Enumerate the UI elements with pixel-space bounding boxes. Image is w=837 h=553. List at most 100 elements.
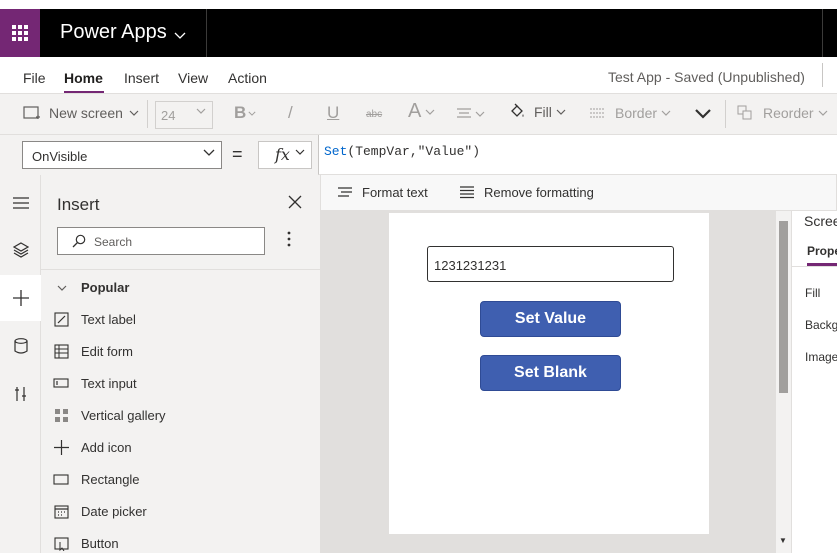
font-size-select[interactable]: 24 (155, 101, 213, 129)
insert-text-input[interactable]: Text input (53, 367, 313, 399)
format-text-icon (338, 186, 352, 197)
insert-item-label: Date picker (81, 503, 147, 519)
fx-button[interactable]: fx (258, 141, 312, 169)
remove-formatting-button[interactable]: Remove formatting (459, 185, 594, 200)
properties-title: Scree (804, 213, 837, 229)
property-label-background: Backgr (805, 318, 837, 332)
add-icon (53, 439, 69, 455)
edit-form-icon (53, 343, 69, 359)
format-text-button[interactable]: Format text (337, 185, 428, 200)
formula-arguments: (TempVar,"Value") (347, 144, 481, 159)
strikethrough-icon: abc (366, 109, 383, 120)
properties-divider (792, 266, 837, 267)
insert-rectangle[interactable]: Rectangle (53, 463, 313, 495)
advanced-tools-button[interactable] (0, 371, 41, 417)
underline-icon: U (327, 103, 340, 122)
insert-text-label[interactable]: Text label (53, 303, 313, 335)
formula-input[interactable]: Set(TempVar,"Value") (318, 135, 837, 175)
insert-add-icon[interactable]: Add icon (53, 431, 313, 463)
insert-vertical-gallery[interactable]: Vertical gallery (53, 399, 313, 431)
strikethrough-button[interactable]: abc (366, 109, 382, 120)
text-label-icon (53, 311, 69, 327)
chevron-down-icon (57, 285, 67, 291)
chevron-down-icon (248, 111, 256, 116)
top-bar: Power Apps (0, 0, 837, 57)
underline-button[interactable]: U (327, 103, 339, 123)
insert-edit-form[interactable]: Edit form (53, 335, 313, 367)
popular-section-header[interactable]: Popular (57, 280, 129, 295)
menu-home[interactable]: Home (64, 70, 103, 86)
fx-icon: fx (275, 145, 290, 164)
reorder-button[interactable]: Reorder (737, 105, 828, 121)
set-value-button[interactable]: Set Value (480, 301, 621, 337)
search-input[interactable]: Search (57, 227, 265, 255)
menu-insert[interactable]: Insert (124, 70, 159, 86)
waffle-icon (12, 25, 28, 41)
border-button[interactable]: Border (589, 105, 671, 121)
italic-button[interactable]: / (288, 103, 293, 123)
insert-item-label: Vertical gallery (81, 407, 166, 423)
insert-nav-button[interactable] (0, 275, 41, 321)
formula-function: Set (324, 144, 348, 159)
border-icon (590, 108, 604, 118)
more-commands-button[interactable] (694, 108, 712, 119)
insert-item-label: Text input (81, 375, 137, 391)
search-icon (72, 234, 86, 248)
font-color-button[interactable]: A (408, 100, 435, 123)
power-apps-studio: Power Apps File Home Insert View Action … (0, 0, 837, 553)
chevron-down-icon (661, 110, 671, 116)
properties-panel: Scree Prope Fill Backgr Image (791, 211, 837, 553)
close-panel-button[interactable] (288, 195, 302, 214)
insert-panel: Insert Search Popular Text label Edit fo… (41, 175, 321, 553)
scroll-down-icon[interactable]: ▼ (779, 536, 787, 545)
chevron-down-icon (475, 111, 485, 117)
chevron-down-icon (818, 110, 828, 116)
scrollbar-thumb[interactable] (779, 221, 788, 393)
chevron-down-icon (129, 110, 139, 116)
new-screen-button[interactable]: New screen (23, 105, 139, 121)
fill-label: Fill (534, 104, 552, 120)
canvas-scrollbar[interactable]: ▼ (776, 211, 791, 553)
tree-view-button[interactable] (0, 227, 41, 273)
app-title[interactable]: Power Apps (60, 21, 167, 44)
border-label: Border (615, 105, 658, 121)
panel-title: Insert (57, 195, 100, 214)
left-nav-rail (0, 175, 41, 553)
new-screen-icon (23, 106, 40, 119)
formula-bar: OnVisible = fx Set(TempVar,"Value") (0, 135, 837, 175)
hamburger-menu-button[interactable] (0, 180, 41, 226)
save-status: Test App - Saved (Unpublished) (608, 69, 805, 85)
data-nav-button[interactable] (0, 323, 41, 369)
layers-icon (12, 242, 29, 258)
reorder-icon (737, 105, 752, 120)
app-title-chevron-down-icon[interactable] (174, 27, 186, 45)
canvas-area: 1231231231 Set Value Set Blank ▼ (321, 211, 791, 553)
vertical-gallery-icon (53, 407, 69, 423)
italic-icon: / (288, 103, 293, 122)
insert-date-picker[interactable]: Date picker (53, 495, 313, 527)
equals-sign: = (232, 144, 243, 164)
app-launcher-button[interactable] (0, 9, 40, 57)
fill-button[interactable]: Fill (508, 103, 566, 121)
text-align-button[interactable] (456, 107, 485, 121)
bold-button[interactable]: B (234, 103, 256, 123)
insert-item-label: Add icon (81, 439, 132, 455)
canvas-text-input[interactable]: 1231231231 (427, 246, 674, 282)
menu-bar: File Home Insert View Action Test App - … (0, 57, 837, 93)
toolbar-separator (147, 100, 148, 128)
chevron-down-icon (295, 149, 305, 155)
font-color-icon: A (408, 100, 422, 122)
insert-button[interactable]: Button (53, 527, 313, 553)
more-options-button[interactable] (287, 231, 291, 252)
ribbon-toolbar: New screen 24 B / U abc A Fill Border Re… (0, 93, 837, 135)
property-label-image: Image (805, 350, 837, 364)
menu-action[interactable]: Action (228, 70, 267, 86)
set-blank-button[interactable]: Set Blank (480, 355, 621, 391)
insert-item-label: Edit form (81, 343, 134, 359)
tab-properties[interactable]: Prope (807, 244, 837, 258)
app-screen[interactable]: 1231231231 Set Value Set Blank (389, 213, 709, 534)
property-dropdown[interactable]: OnVisible (22, 141, 222, 169)
menu-view[interactable]: View (178, 70, 208, 86)
menu-file[interactable]: File (23, 70, 46, 86)
close-icon (288, 195, 302, 209)
